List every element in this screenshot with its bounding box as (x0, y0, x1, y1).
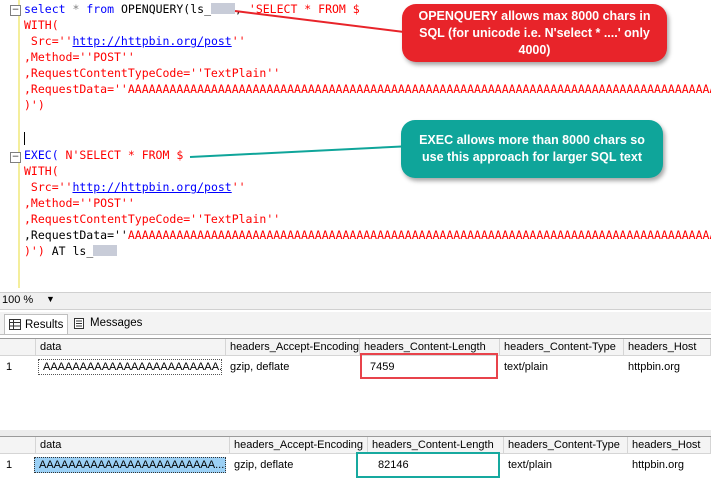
grid-header: data headers_Accept-Encoding headers_Con… (0, 339, 711, 356)
data-cell[interactable]: AAAAAAAAAAAAAAAAAAAAAAAA... (38, 359, 222, 375)
content-type-cell[interactable]: text/plain (500, 356, 624, 378)
row-number: 1 (6, 361, 13, 373)
column-header[interactable]: headers_Host (624, 339, 711, 355)
accept-encoding-cell[interactable]: gzip, deflate (226, 356, 360, 378)
tab-messages[interactable]: Messages (70, 314, 146, 332)
zoom-level[interactable]: 100 % (2, 294, 33, 306)
results-grid-1[interactable]: data headers_Accept-Encoding headers_Con… (0, 338, 711, 431)
results-grid-2[interactable]: data headers_Accept-Encoding headers_Con… (0, 436, 711, 486)
column-header[interactable]: data (36, 339, 226, 355)
accept-encoding-cell[interactable]: gzip, deflate (230, 454, 368, 476)
content-type-cell[interactable]: text/plain (504, 454, 628, 476)
header-rownum (0, 339, 36, 355)
messages-icon (74, 317, 84, 329)
column-header[interactable]: headers_Host (628, 437, 711, 453)
results-tabs: Results Messages (0, 312, 711, 335)
column-header[interactable]: headers_Content-Type (500, 339, 624, 355)
column-header[interactable]: data (36, 437, 230, 453)
callout-openquery-limit: OPENQUERY allows max 8000 chars in SQL (… (402, 4, 667, 62)
sql-editor[interactable]: − select * from OPENQUERY(ls_, 'SELECT *… (0, 0, 711, 290)
table-row[interactable]: 1 AAAAAAAAAAAAAAAAAAAAAAAA... gzip, defl… (0, 356, 711, 378)
column-header[interactable]: headers_Content-Type (504, 437, 628, 453)
host-cell[interactable]: httpbin.org (628, 454, 711, 476)
highlight-content-length-7459 (360, 353, 498, 379)
highlight-content-length-82146 (356, 452, 500, 478)
column-header[interactable]: headers_Content-Length (368, 437, 504, 453)
chevron-down-icon[interactable]: ▼ (46, 294, 55, 304)
tab-results-label: Results (25, 318, 64, 331)
grid-icon (9, 319, 21, 330)
editor-status-bar: 100 % ▼ (0, 292, 711, 310)
callout-exec-approach: EXEC allows more than 8000 chars so use … (401, 120, 663, 178)
tab-results[interactable]: Results (4, 314, 69, 334)
row-number: 1 (6, 459, 13, 471)
column-header[interactable]: headers_Accept-Encoding (230, 437, 368, 453)
column-header[interactable]: headers_Accept-Encoding (226, 339, 360, 355)
data-cell-selected[interactable]: AAAAAAAAAAAAAAAAAAAAAAAA... (34, 457, 226, 473)
tab-messages-label: Messages (90, 317, 143, 329)
host-cell[interactable]: httpbin.org (624, 356, 711, 378)
header-rownum (0, 437, 36, 453)
